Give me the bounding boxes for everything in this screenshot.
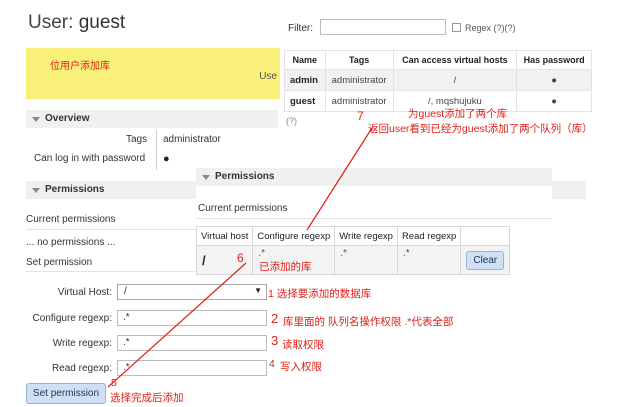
annotation-4: 写入权限 xyxy=(280,361,322,373)
annotation-2-number: 2 xyxy=(271,311,279,326)
annotation-3: 读取权限 xyxy=(282,339,324,351)
annotation-5: 选择完成后添加 xyxy=(110,392,184,404)
annotation-6: 已添加的库 xyxy=(259,261,312,273)
annotation-line-5 xyxy=(107,262,247,388)
annotation-5-number: 5 xyxy=(111,377,117,389)
annotation-7-line2: 返回user看到已经为guest添加了两个队列（库） xyxy=(368,123,593,135)
annotation-6-number: 6 xyxy=(237,251,244,265)
annotation-line-7 xyxy=(306,127,373,231)
annotation-2: 库里面的 队列名操作权限 .*代表全部 xyxy=(283,316,454,328)
annotation-4-number: 4 xyxy=(269,358,275,370)
annotation-1: 1 选择要添加的数据库 xyxy=(268,288,372,300)
annotation-7-number: 7 xyxy=(357,109,364,123)
annotation-7-line1: 为guest添加了两个库 xyxy=(408,108,508,120)
annotation-3-number: 3 xyxy=(271,333,279,348)
